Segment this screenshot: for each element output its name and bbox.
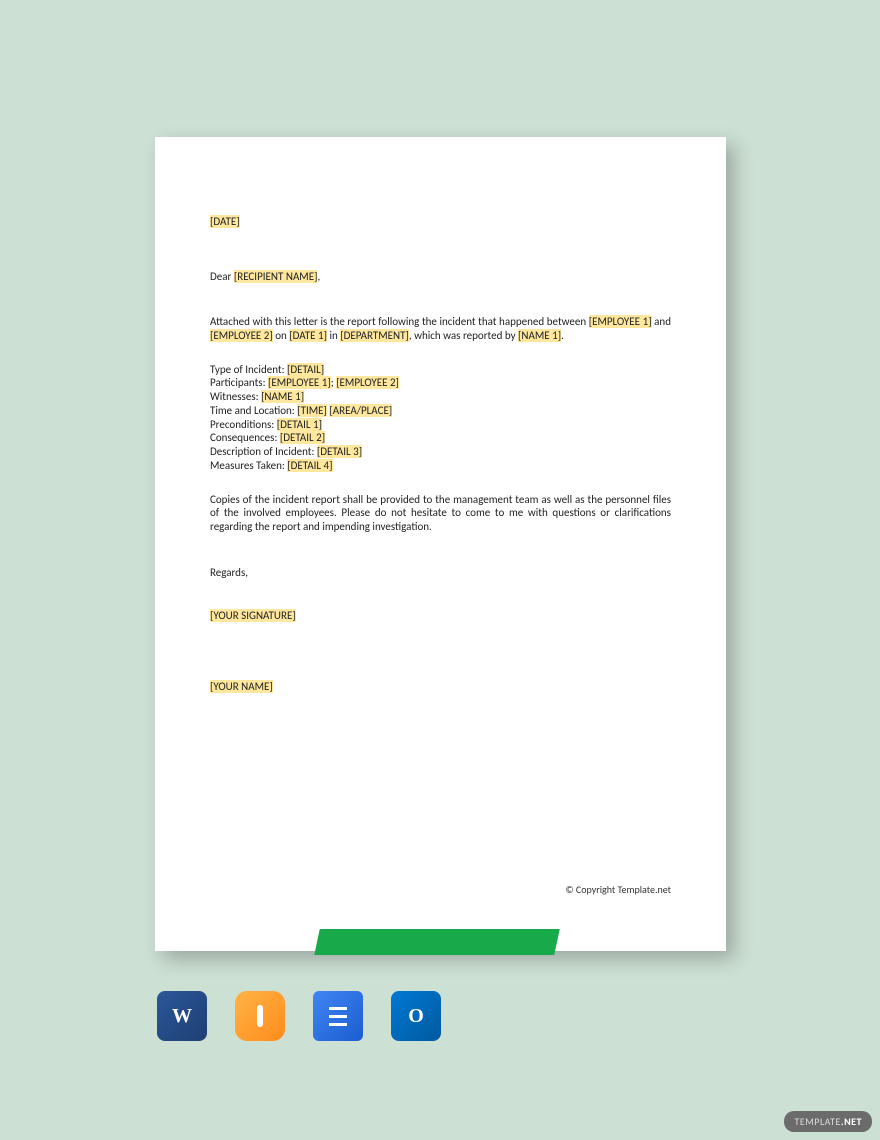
- preconditions-row: Preconditions: [DETAIL 1]: [210, 418, 671, 432]
- signature-placeholder: [YOUR SIGNATURE]: [210, 609, 296, 622]
- dear-prefix: Dear: [210, 270, 234, 283]
- p1-text-a: Attached with this letter is the report …: [210, 315, 589, 328]
- employee2-placeholder: [EMPLOYEE 2]: [210, 329, 273, 342]
- department-placeholder: [DEPARTMENT]: [340, 329, 409, 342]
- participants-row: Participants: [EMPLOYEE 1]; [EMPLOYEE 2]: [210, 376, 671, 390]
- type-placeholder: [DETAIL]: [287, 363, 324, 376]
- dear-suffix: ,: [317, 270, 320, 283]
- witnesses-label: Witnesses:: [210, 390, 261, 403]
- format-icons-row: W O: [157, 991, 441, 1041]
- intro-paragraph: Attached with this letter is the report …: [210, 315, 671, 343]
- consequences-placeholder: [DETAIL 2]: [280, 431, 325, 444]
- google-docs-icon[interactable]: [313, 991, 363, 1041]
- consequences-row: Consequences: [DETAIL 2]: [210, 431, 671, 445]
- measures-row: Measures Taken: [DETAIL 4]: [210, 459, 671, 473]
- witness-placeholder: [NAME 1]: [261, 390, 304, 403]
- measures-label: Measures Taken:: [210, 459, 287, 472]
- description-placeholder: [DETAIL 3]: [317, 445, 362, 458]
- p1-text-b: and: [652, 315, 671, 328]
- consequences-label: Consequences:: [210, 431, 280, 444]
- employee1-placeholder: [EMPLOYEE 1]: [589, 315, 652, 328]
- time-location-row: Time and Location: [TIME] [AREA/PLACE]: [210, 404, 671, 418]
- p1-text-e: , which was reported by: [409, 329, 518, 342]
- outlook-icon[interactable]: O: [391, 991, 441, 1041]
- badge-suffix: .NET: [841, 1115, 862, 1128]
- participant1-placeholder: [EMPLOYEE 1]: [268, 376, 331, 389]
- participants-label: Participants:: [210, 376, 268, 389]
- word-icon[interactable]: W: [157, 991, 207, 1041]
- closing-paragraph: Copies of the incident report shall be p…: [210, 493, 671, 534]
- your-name-placeholder: [YOUR NAME]: [210, 680, 273, 693]
- regards-line: Regards,: [210, 566, 671, 579]
- incident-fields: Type of Incident: [DETAIL] Participants:…: [210, 363, 671, 473]
- date-placeholder: [DATE]: [210, 215, 240, 228]
- time-placeholder: [TIME]: [297, 404, 327, 417]
- document-page: [DATE] Dear [RECIPIENT NAME], Attached w…: [155, 137, 726, 951]
- copyright-text: © Copyright Template.net: [565, 883, 671, 896]
- salutation-line: Dear [RECIPIENT NAME],: [210, 270, 671, 283]
- preconditions-label: Preconditions:: [210, 418, 277, 431]
- type-label: Type of Incident:: [210, 363, 287, 376]
- witnesses-row: Witnesses: [NAME 1]: [210, 390, 671, 404]
- pages-icon[interactable]: [235, 991, 285, 1041]
- date-line: [DATE]: [210, 215, 671, 228]
- date1-placeholder: [DATE 1]: [289, 329, 327, 342]
- green-banner: [314, 929, 560, 955]
- p1-text-f: .: [561, 329, 564, 342]
- name1-placeholder: [NAME 1]: [518, 329, 561, 342]
- p1-text-d: in: [327, 329, 340, 342]
- template-net-badge[interactable]: TEMPLATE.NET: [784, 1111, 872, 1132]
- p1-text-c: on: [273, 329, 290, 342]
- your-name-line: [YOUR NAME]: [210, 680, 671, 693]
- type-row: Type of Incident: [DETAIL]: [210, 363, 671, 377]
- time-location-label: Time and Location:: [210, 404, 297, 417]
- recipient-placeholder: [RECIPIENT NAME]: [234, 270, 318, 283]
- participant2-placeholder: [EMPLOYEE 2]: [336, 376, 399, 389]
- preconditions-placeholder: [DETAIL 1]: [277, 418, 322, 431]
- badge-prefix: TEMPLATE: [794, 1115, 840, 1128]
- measures-placeholder: [DETAIL 4]: [287, 459, 332, 472]
- description-row: Description of Incident: [DETAIL 3]: [210, 445, 671, 459]
- signature-line: [YOUR SIGNATURE]: [210, 609, 671, 622]
- description-label: Description of Incident:: [210, 445, 317, 458]
- location-placeholder: [AREA/PLACE]: [329, 404, 392, 417]
